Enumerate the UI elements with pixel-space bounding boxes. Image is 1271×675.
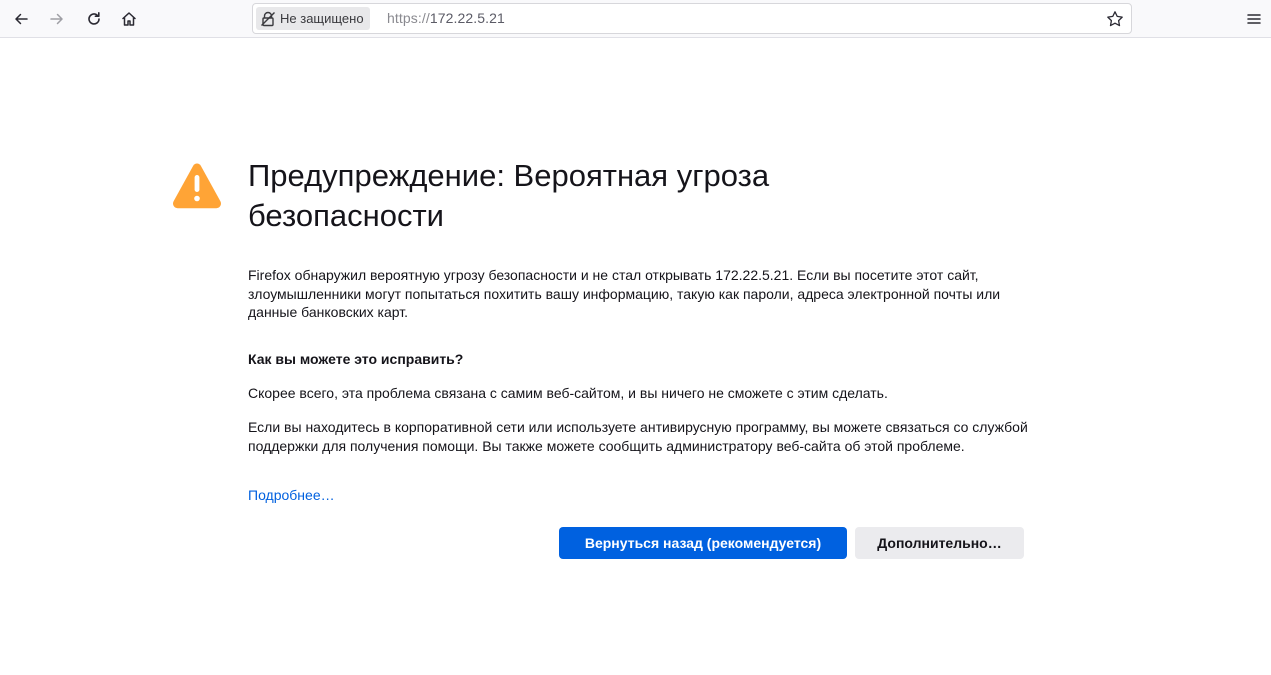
star-icon — [1107, 11, 1123, 27]
reload-button[interactable] — [80, 5, 108, 33]
insecure-lock-icon — [261, 11, 275, 26]
fix-heading: Как вы можете это исправить? — [248, 351, 464, 367]
learn-more-link[interactable]: Подробнее… — [248, 487, 335, 503]
page-title: Предупреждение: Вероятная угроза безопас… — [248, 158, 770, 233]
address-bar[interactable]: Не защищено https://172.22.5.21 — [252, 3, 1132, 34]
advanced-button[interactable]: Дополнительно… — [855, 527, 1024, 559]
bookmark-button[interactable] — [1105, 9, 1125, 29]
url-scheme: https:// — [387, 10, 430, 26]
not-secure-label: Не защищено — [280, 11, 364, 26]
hamburger-menu-icon — [1247, 14, 1261, 24]
forward-arrow-icon — [50, 13, 63, 25]
back-arrow-icon — [15, 13, 28, 25]
forward-button[interactable] — [43, 5, 71, 33]
menu-button[interactable] — [1240, 5, 1268, 33]
not-secure-indicator[interactable]: Не защищено — [256, 7, 370, 30]
warning-icon — [173, 163, 221, 209]
home-button[interactable] — [115, 5, 143, 33]
url-text[interactable]: https://172.22.5.21 — [387, 10, 505, 26]
browser-toolbar: Не защищено https://172.22.5.21 — [0, 0, 1271, 38]
url-host: 172.22.5.21 — [429, 10, 505, 26]
fix-text-1: Скорее всего, эта проблема связана с сам… — [248, 385, 888, 401]
back-button[interactable] — [7, 5, 35, 33]
go-back-button[interactable]: Вернуться назад (рекомендуется) — [559, 527, 847, 559]
intro-text: Firefox обнаружил вероятную угрозу безоп… — [248, 267, 1001, 320]
fix-text-2: Если вы находитесь в корпоративной сети … — [248, 419, 1028, 454]
reload-icon — [88, 12, 100, 25]
home-icon — [122, 12, 136, 26]
